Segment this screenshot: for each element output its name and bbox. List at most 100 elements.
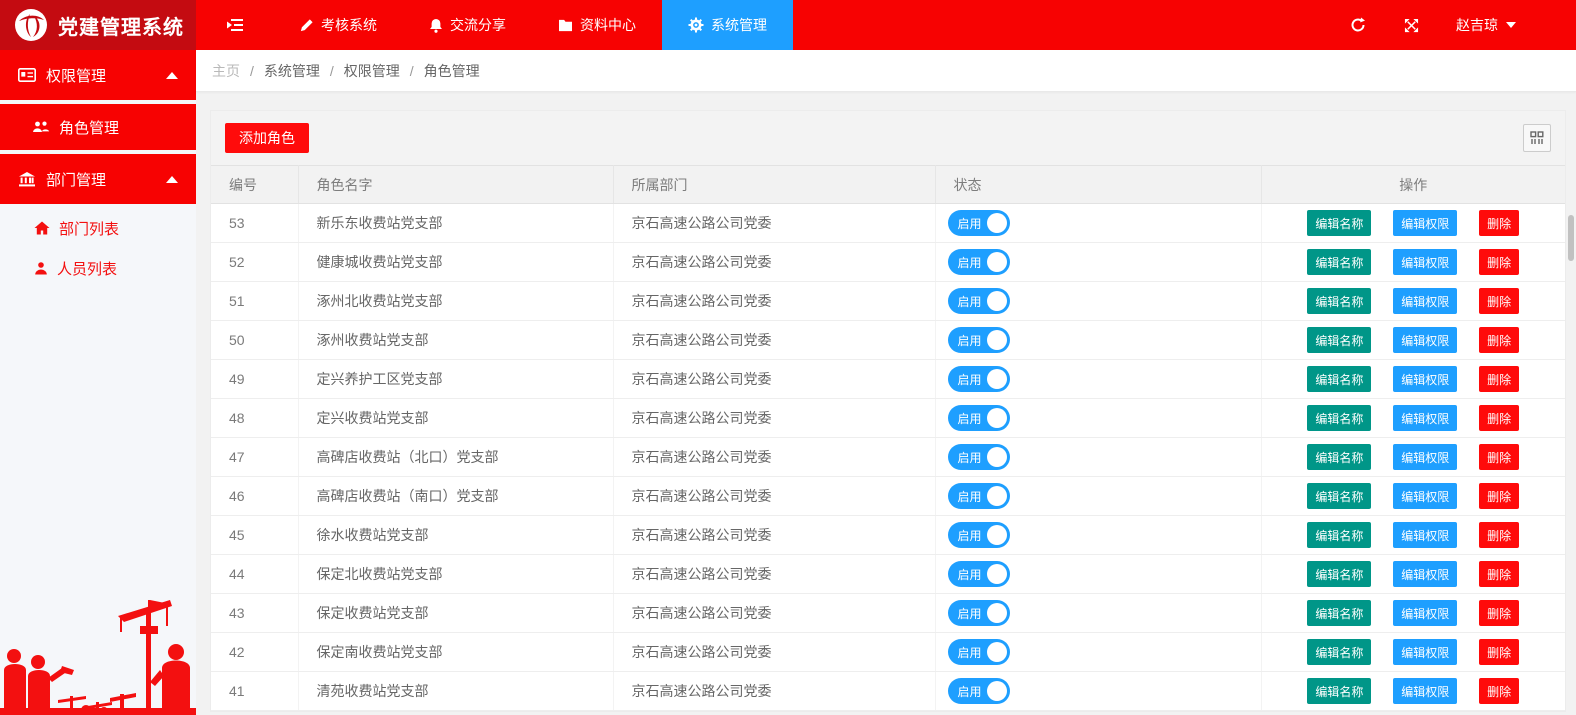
cell-department: 京石高速公路公司党委	[613, 242, 936, 282]
delete-button[interactable]: 删除	[1479, 405, 1520, 431]
status-toggle-label: 启用	[957, 489, 982, 504]
cell-id: 42	[211, 632, 299, 672]
edit-permission-button[interactable]: 编辑权限	[1393, 678, 1458, 704]
header-id: 编号	[211, 165, 299, 204]
edit-permission-button[interactable]: 编辑权限	[1393, 249, 1458, 275]
edit-permission-button[interactable]: 编辑权限	[1393, 600, 1458, 626]
status-toggle-label: 启用	[957, 372, 982, 387]
cell-role-name: 保定北收费站党支部	[298, 554, 614, 594]
status-toggle[interactable]: 启用	[947, 210, 1010, 236]
edit-name-button[interactable]: 编辑名称	[1307, 366, 1372, 392]
breadcrumb-system[interactable]: 系统管理	[264, 61, 320, 81]
status-toggle[interactable]: 启用	[947, 678, 1010, 704]
edit-permission-button[interactable]: 编辑权限	[1393, 366, 1458, 392]
delete-button[interactable]: 删除	[1479, 483, 1520, 509]
breadcrumb-roles: 角色管理	[423, 62, 480, 79]
cell-id: 51	[211, 281, 299, 321]
edit-permission-button[interactable]: 编辑权限	[1393, 327, 1458, 353]
app-title: 党建管理系统	[58, 16, 184, 39]
sidebar-item-department-list[interactable]: 部门列表	[0, 208, 196, 248]
sidebar-group-departments[interactable]: 部门管理	[0, 154, 196, 204]
status-toggle[interactable]: 启用	[947, 483, 1010, 509]
scrollbar-thumb[interactable]	[1568, 215, 1574, 261]
delete-button[interactable]: 删除	[1479, 327, 1520, 353]
user-menu[interactable]: 赵吉琼	[1456, 15, 1516, 35]
cell-department: 京石高速公路公司党委	[613, 320, 936, 360]
sidebar-group-permissions[interactable]: 权限管理	[0, 50, 196, 100]
cell-role-name: 徐水收费站党支部	[298, 515, 614, 555]
edit-permission-button[interactable]: 编辑权限	[1393, 288, 1458, 314]
status-toggle[interactable]: 启用	[947, 327, 1010, 353]
status-toggle-label: 启用	[957, 645, 982, 660]
delete-button[interactable]: 删除	[1479, 561, 1520, 587]
nav-item-assessment[interactable]: 考核系统	[274, 0, 403, 50]
status-toggle[interactable]: 启用	[947, 600, 1010, 626]
breadcrumb-permissions[interactable]: 权限管理	[344, 61, 400, 81]
edit-name-button[interactable]: 编辑名称	[1307, 600, 1372, 626]
status-toggle[interactable]: 启用	[947, 561, 1010, 587]
edit-permission-button[interactable]: 编辑权限	[1393, 522, 1458, 548]
delete-button[interactable]: 删除	[1479, 288, 1520, 314]
top-bar-right: 赵吉琼	[1331, 0, 1576, 50]
edit-permission-button[interactable]: 编辑权限	[1393, 639, 1458, 665]
app-logo-icon	[15, 9, 47, 41]
delete-button[interactable]: 删除	[1479, 249, 1520, 275]
status-toggle-knob	[986, 564, 1007, 584]
edit-permission-button[interactable]: 编辑权限	[1393, 561, 1458, 587]
column-filter-button[interactable]	[1523, 124, 1551, 152]
cell-id: 50	[211, 320, 299, 360]
delete-button[interactable]: 删除	[1479, 366, 1520, 392]
sidebar-item-personnel-list[interactable]: 人员列表	[0, 248, 196, 288]
status-toggle-knob	[986, 291, 1007, 311]
collapse-sidebar-button[interactable]	[196, 0, 274, 50]
nav-item-documents[interactable]: 资料中心	[532, 0, 662, 50]
delete-button[interactable]: 删除	[1479, 210, 1520, 236]
nav-item-system[interactable]: 系统管理	[662, 0, 793, 50]
edit-name-button[interactable]: 编辑名称	[1307, 444, 1372, 470]
edit-permission-button[interactable]: 编辑权限	[1393, 444, 1458, 470]
edit-name-button[interactable]: 编辑名称	[1307, 249, 1372, 275]
delete-button[interactable]: 删除	[1479, 600, 1520, 626]
status-toggle[interactable]: 启用	[947, 288, 1010, 314]
table-row: 43 保定收费站党支部 京石高速公路公司党委 启用 编辑名称 编辑权限 删除	[211, 593, 1565, 633]
fullscreen-button[interactable]	[1385, 18, 1438, 33]
sidebar-item-roles[interactable]: 角色管理	[0, 104, 196, 150]
edit-permission-button[interactable]: 编辑权限	[1393, 405, 1458, 431]
breadcrumb-home[interactable]: 主页	[212, 61, 240, 81]
status-toggle-label: 启用	[957, 333, 982, 348]
edit-name-button[interactable]: 编辑名称	[1307, 327, 1372, 353]
nav-item-share[interactable]: 交流分享	[403, 0, 532, 50]
edit-name-button[interactable]: 编辑名称	[1307, 210, 1372, 236]
status-toggle-label: 启用	[957, 216, 982, 231]
status-toggle-label: 启用	[957, 684, 982, 699]
delete-button[interactable]: 删除	[1479, 639, 1520, 665]
status-toggle[interactable]: 启用	[947, 444, 1010, 470]
cell-department: 京石高速公路公司党委	[613, 476, 936, 516]
edit-name-button[interactable]: 编辑名称	[1307, 678, 1372, 704]
edit-name-button[interactable]: 编辑名称	[1307, 288, 1372, 314]
refresh-button[interactable]	[1331, 17, 1385, 33]
status-toggle[interactable]: 启用	[947, 522, 1010, 548]
status-toggle[interactable]: 启用	[947, 366, 1010, 392]
add-role-button[interactable]: 添加角色	[225, 123, 309, 153]
header-department: 所属部门	[613, 165, 936, 204]
status-toggle[interactable]: 启用	[947, 639, 1010, 665]
delete-button[interactable]: 删除	[1479, 444, 1520, 470]
delete-button[interactable]: 删除	[1479, 678, 1520, 704]
top-nav: 考核系统 交流分享 资料中心 系统管理	[196, 0, 793, 50]
edit-permission-button[interactable]: 编辑权限	[1393, 210, 1458, 236]
delete-button[interactable]: 删除	[1479, 522, 1520, 548]
edit-name-button[interactable]: 编辑名称	[1307, 405, 1372, 431]
status-toggle[interactable]: 启用	[947, 249, 1010, 275]
edit-name-button[interactable]: 编辑名称	[1307, 561, 1372, 587]
status-toggle-knob	[986, 642, 1007, 662]
edit-permission-button[interactable]: 编辑权限	[1393, 483, 1458, 509]
edit-name-button[interactable]: 编辑名称	[1307, 483, 1372, 509]
status-toggle[interactable]: 启用	[947, 405, 1010, 431]
cell-role-name: 高碑店收费站（南口）党支部	[298, 476, 614, 516]
edit-name-button[interactable]: 编辑名称	[1307, 522, 1372, 548]
user-icon	[34, 261, 48, 275]
cell-department: 京石高速公路公司党委	[613, 593, 936, 633]
cell-department: 京石高速公路公司党委	[613, 281, 936, 321]
edit-name-button[interactable]: 编辑名称	[1307, 639, 1372, 665]
